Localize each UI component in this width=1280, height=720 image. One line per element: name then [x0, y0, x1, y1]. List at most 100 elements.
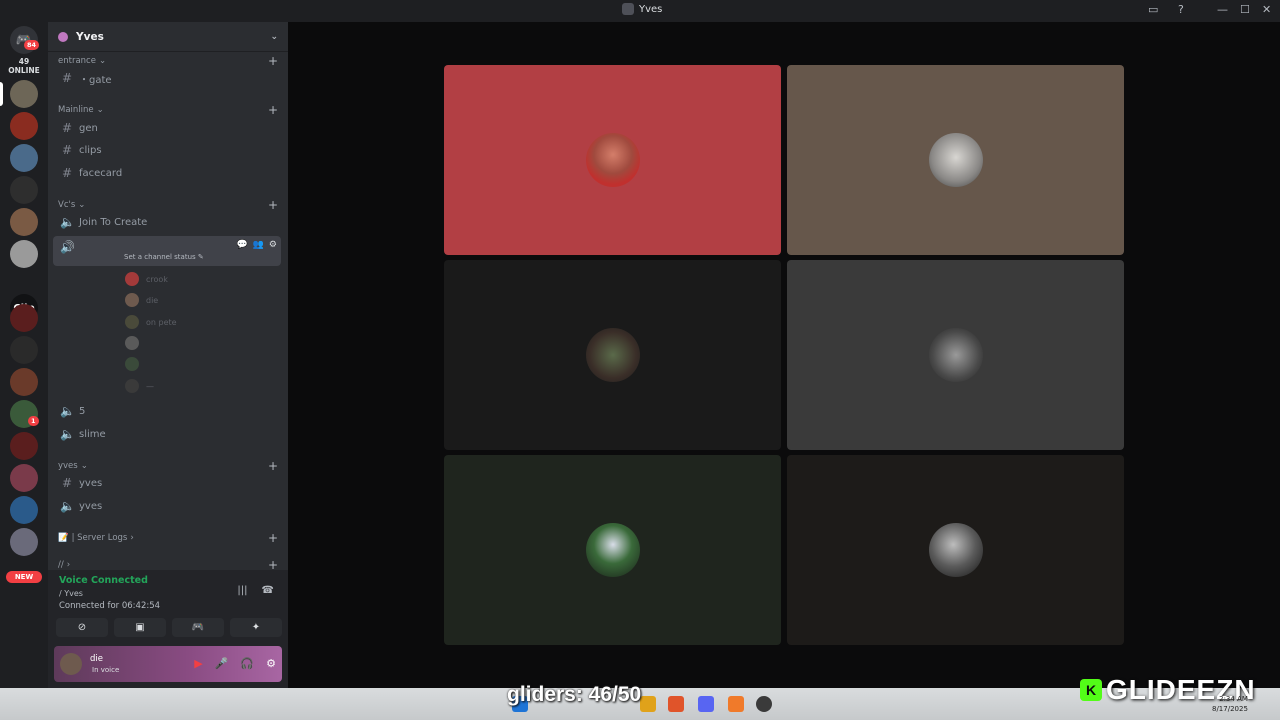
microphone-icon[interactable]: 🎤: [215, 657, 229, 670]
voice-channel-join-to-create[interactable]: 🔈 Join To Create: [58, 212, 280, 232]
activity-button[interactable]: 🎮: [172, 618, 224, 637]
close-button[interactable]: ✕: [1262, 3, 1271, 16]
maximize-button[interactable]: ☐: [1240, 3, 1250, 16]
channel-yves-text[interactable]: # yves: [58, 473, 280, 493]
server-icon-story[interactable]: [10, 496, 38, 524]
voice-user[interactable]: [125, 356, 146, 372]
add-channel-icon[interactable]: +: [268, 459, 278, 473]
channel-gen[interactable]: # gen: [58, 118, 280, 138]
noise-suppression-icon[interactable]: |||: [237, 585, 247, 596]
speaker-icon: 🔈: [60, 404, 75, 418]
notepad-icon: 📝: [58, 533, 69, 543]
hash-icon: #: [61, 143, 73, 157]
headphones-icon[interactable]: 🎧: [240, 657, 254, 670]
app-icon[interactable]: [728, 696, 744, 712]
user-panel: die In voice ▶ 🎤 🎧 ⚙: [54, 646, 282, 682]
chevron-down-icon[interactable]: ⌄: [270, 32, 278, 42]
server-icon[interactable]: [10, 208, 38, 236]
stream-icon[interactable]: ▶: [194, 657, 202, 670]
connection-timer: Connected for 06:42:54: [59, 601, 161, 611]
camera-off-button[interactable]: ⊘: [56, 618, 108, 637]
add-channel-icon[interactable]: +: [268, 103, 278, 117]
voice-user[interactable]: die: [125, 292, 158, 308]
server-icon[interactable]: [10, 528, 38, 556]
channel-facecard[interactable]: # facecard: [58, 163, 280, 183]
participant-tile[interactable]: [444, 455, 781, 645]
server-icon-chicago[interactable]: [10, 176, 38, 204]
category-server-logs[interactable]: 📝 | Server Logs › +: [58, 531, 278, 545]
screen-share-button[interactable]: ▣: [114, 618, 166, 637]
new-badge: NEW: [6, 571, 42, 583]
speaker-icon: 🔈: [60, 215, 75, 229]
participant-tile[interactable]: [444, 260, 781, 450]
voice-channel-5[interactable]: 🔈 5: [58, 401, 280, 421]
category-vcs[interactable]: Vc's ⌄ +: [58, 198, 278, 212]
inbox-icon[interactable]: ▭: [1148, 3, 1158, 16]
disconnect-icon[interactable]: ☎: [262, 585, 274, 596]
add-channel-icon[interactable]: +: [268, 531, 278, 545]
avatar: [125, 293, 139, 307]
voice-user[interactable]: —: [125, 378, 154, 394]
speaker-icon: 🔊: [60, 240, 75, 254]
mention-badge: 1: [28, 416, 39, 426]
avatar: [125, 357, 139, 371]
channel-clips[interactable]: # clips: [58, 140, 280, 160]
server-icon[interactable]: [10, 464, 38, 492]
participant-avatar: [928, 523, 983, 577]
avatar: [125, 336, 139, 350]
discord-icon[interactable]: [698, 696, 714, 712]
title-bar: Yves ▭ ? — ☐ ✕: [0, 0, 1280, 22]
obs-icon[interactable]: [756, 696, 772, 712]
participant-tile[interactable]: [444, 65, 781, 255]
chat-icon[interactable]: 💬: [236, 240, 247, 250]
system-clock[interactable]: 2:34 AM 8/17/2025: [1212, 694, 1248, 714]
voice-call-stage: [288, 22, 1280, 688]
minimize-button[interactable]: —: [1217, 3, 1228, 16]
voice-user[interactable]: on pete: [125, 314, 177, 330]
voice-connected-label[interactable]: Voice Connected: [59, 575, 148, 586]
avatar: [125, 379, 139, 393]
voice-channel-slime[interactable]: 🔈 slime: [58, 424, 280, 444]
window-title: Yves: [622, 3, 662, 15]
server-icon[interactable]: [10, 144, 38, 172]
participant-tile[interactable]: [787, 65, 1124, 255]
voice-channel-path[interactable]: / Yves: [59, 589, 83, 598]
gear-icon[interactable]: ⚙: [269, 240, 277, 250]
server-icon-yves[interactable]: [10, 80, 38, 108]
add-channel-icon[interactable]: +: [268, 198, 278, 212]
invite-icon[interactable]: 👥: [253, 240, 264, 250]
voice-channel-active[interactable]: 🔊 💬 👥 ⚙: [53, 236, 281, 266]
participant-avatar: [585, 133, 640, 187]
gear-icon[interactable]: ⚙: [266, 657, 276, 670]
help-icon[interactable]: ?: [1178, 3, 1184, 16]
add-channel-icon[interactable]: +: [268, 54, 278, 68]
soundboard-button[interactable]: ✦: [230, 618, 282, 637]
voice-channel-yves[interactable]: 🔈 yves: [58, 496, 280, 516]
username[interactable]: die: [90, 654, 103, 664]
server-icon-windy-city[interactable]: [10, 304, 38, 332]
hash-icon: #: [61, 166, 73, 180]
server-icon[interactable]: [10, 336, 38, 364]
participant-tile[interactable]: [787, 260, 1124, 450]
server-header[interactable]: Yves ⌄: [48, 22, 288, 52]
server-list: 🎮 84 49 ONLINE Clip 1 NEW: [0, 22, 48, 688]
voice-user[interactable]: [125, 335, 146, 351]
stream-overlay-counter: gliders: 46/50: [507, 683, 642, 706]
voice-user[interactable]: crook: [125, 271, 168, 287]
server-icon[interactable]: [10, 368, 38, 396]
avatar: [125, 315, 139, 329]
file-explorer-icon[interactable]: [640, 696, 656, 712]
server-icon[interactable]: [10, 112, 38, 140]
channel-status[interactable]: Set a channel status ✎: [124, 253, 204, 261]
brave-browser-icon[interactable]: [668, 696, 684, 712]
speaker-icon: 🔈: [60, 499, 75, 513]
category-entrance[interactable]: entrance ⌄ +: [58, 54, 278, 68]
server-icon[interactable]: [10, 240, 38, 268]
category-yves[interactable]: yves ⌄ +: [58, 459, 278, 473]
category-mainline[interactable]: Mainline ⌄ +: [58, 103, 278, 117]
avatar[interactable]: [60, 653, 82, 675]
participant-tile[interactable]: [787, 455, 1124, 645]
server-icon-windy-city[interactable]: [10, 432, 38, 460]
channel-gate[interactable]: # ・gate: [58, 68, 280, 88]
hash-icon: #: [61, 121, 73, 135]
